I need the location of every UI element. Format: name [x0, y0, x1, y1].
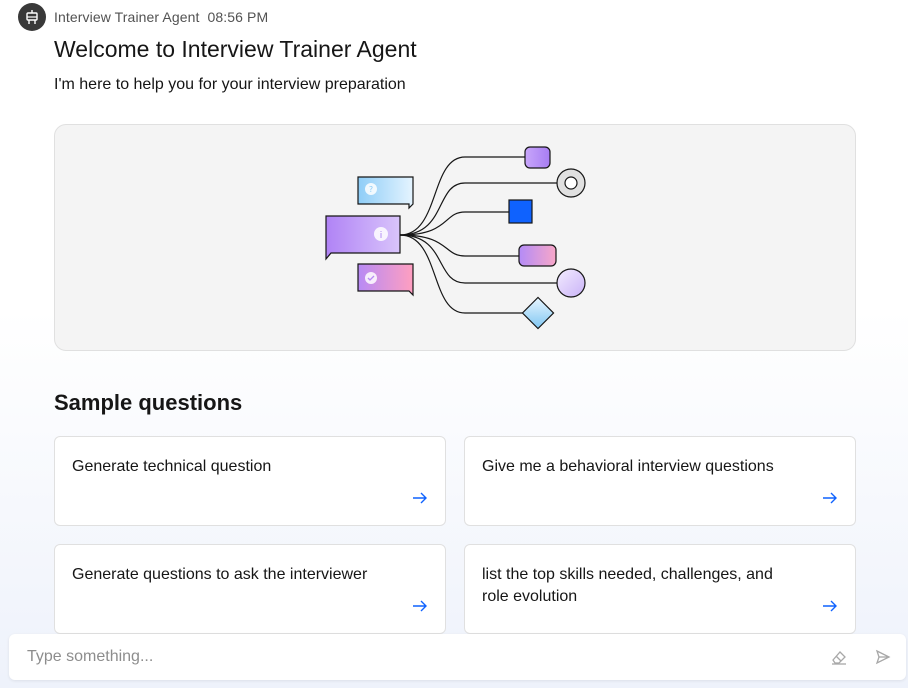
arrow-right-icon — [413, 600, 427, 612]
sample-question-card[interactable]: Generate questions to ask the interviewe… — [54, 544, 446, 634]
sample-question-card[interactable]: Give me a behavioral interview questions — [464, 436, 856, 526]
arrow-right-icon — [823, 492, 837, 504]
arrow-right-icon — [413, 492, 427, 504]
arrow-right-icon — [823, 600, 837, 612]
message-header: Interview Trainer Agent 08:56 PM — [18, 3, 268, 31]
hero-illustration: ? i — [54, 124, 856, 351]
sample-question-label: Give me a behavioral interview questions — [482, 458, 774, 475]
sample-questions-heading: Sample questions — [54, 390, 243, 415]
agent-name: Interview Trainer Agent — [54, 9, 200, 25]
message-composer — [9, 634, 906, 680]
svg-text:?: ? — [369, 185, 373, 194]
sample-question-label: Generate questions to ask the interviewe… — [72, 566, 368, 583]
sample-question-label: Generate technical question — [72, 458, 272, 475]
sample-question-label: list the top skills needed, challenges, … — [482, 566, 773, 605]
welcome-subtitle: I'm here to help you for your interview … — [54, 76, 406, 93]
welcome-title: Welcome to Interview Trainer Agent — [54, 36, 417, 62]
agent-meta: Interview Trainer Agent 08:56 PM — [54, 9, 268, 25]
send-icon[interactable] — [873, 647, 893, 667]
svg-text:i: i — [380, 231, 383, 241]
sample-question-card[interactable]: list the top skills needed, challenges, … — [464, 544, 856, 634]
robot-icon — [18, 3, 46, 31]
flow-diagram-illustration: ? i — [325, 146, 586, 330]
eraser-icon[interactable] — [829, 647, 849, 667]
sample-question-card[interactable]: Generate technical question — [54, 436, 446, 526]
message-input[interactable] — [27, 646, 807, 668]
message-timestamp: 08:56 PM — [207, 9, 269, 25]
